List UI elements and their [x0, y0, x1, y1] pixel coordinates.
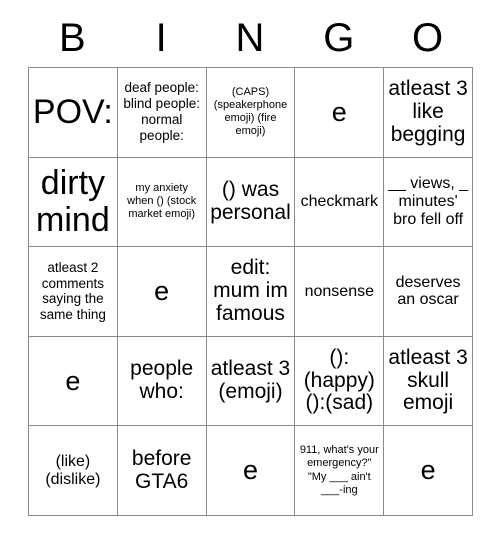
bingo-cell[interactable]: 911, what's your emergency?" "My ___ ain… — [294, 425, 385, 516]
bingo-cell[interactable]: deserves an oscar — [383, 246, 473, 337]
bingo-row: (like) (dislike) before GTA6 e 911, what… — [28, 425, 473, 516]
bingo-cell-text: atleast 3 skull emoji — [388, 346, 468, 415]
bingo-cell-text: e — [420, 455, 436, 486]
bingo-cell[interactable]: checkmark — [294, 157, 385, 248]
bingo-cell[interactable]: atleast 3 skull emoji — [383, 336, 473, 427]
bingo-cell[interactable]: e — [28, 336, 118, 427]
bingo-cell-text: e — [65, 365, 81, 396]
bingo-cell[interactable]: edit: mum im famous — [206, 246, 296, 337]
bingo-cell[interactable]: __ views, _ minutes' bro fell off — [383, 157, 473, 248]
bingo-cell[interactable]: atleast 2 comments saying the same thing — [28, 246, 118, 337]
bingo-header-letter-b: B — [59, 15, 86, 60]
bingo-cell-text: (CAPS) (speakerphone emoji) (fire emoji) — [213, 85, 288, 138]
bingo-cell-text: __ views, _ minutes' bro fell off — [388, 175, 469, 228]
bingo-cell-text: e — [242, 455, 258, 486]
bingo-cell-text: atleast 3 (emoji) — [210, 357, 291, 404]
bingo-cell[interactable]: (CAPS) (speakerphone emoji) (fire emoji) — [206, 67, 296, 158]
bingo-cell[interactable]: my anxiety when () (stock market emoji) — [117, 157, 207, 248]
bingo-cell[interactable]: () was personal — [206, 157, 296, 248]
bingo-cell[interactable]: atleast 3 (emoji) — [206, 336, 296, 427]
bingo-cell[interactable]: deaf people: blind people: normal people… — [117, 67, 207, 158]
bingo-cell[interactable]: dirty mind — [28, 157, 118, 248]
bingo-cell-text: my anxiety when () (stock market emoji) — [127, 182, 197, 221]
bingo-cell-text: dirty mind — [36, 163, 110, 239]
bingo-grid: POV: deaf people: blind people: normal p… — [28, 67, 473, 516]
bingo-cell-text: deaf people: blind people: normal people… — [123, 80, 200, 144]
bingo-cell-text: e — [331, 96, 347, 127]
bingo-row: dirty mind my anxiety when () (stock mar… — [28, 157, 473, 248]
bingo-cell-text: checkmark — [300, 192, 378, 210]
bingo-cell[interactable]: e — [206, 425, 296, 516]
bingo-row: e people who: atleast 3 (emoji) (): (hap… — [28, 336, 473, 427]
bingo-header-letter-g: G — [323, 15, 355, 60]
bingo-cell[interactable]: POV: — [28, 67, 118, 158]
bingo-header-letter-n: N — [235, 15, 265, 60]
bingo-cell[interactable]: people who: — [117, 336, 207, 427]
bingo-cell-text: () was personal — [210, 178, 291, 224]
bingo-cell-text: atleast 3 like begging — [388, 77, 468, 146]
bingo-cell-text: (like) (dislike) — [45, 452, 101, 488]
bingo-row: POV: deaf people: blind people: normal p… — [28, 67, 473, 158]
bingo-cell[interactable]: e — [294, 67, 385, 158]
bingo-cell-text: people who: — [130, 357, 194, 404]
bingo-cell[interactable]: e — [117, 246, 207, 337]
bingo-cell[interactable]: before GTA6 — [117, 425, 207, 516]
bingo-cell[interactable]: e — [383, 425, 473, 516]
bingo-row: atleast 2 comments saying the same thing… — [28, 246, 473, 337]
bingo-cell-text: before GTA6 — [131, 447, 192, 493]
bingo-cell-text: (): (happy) ():(sad) — [303, 346, 375, 415]
bingo-cell-text: nonsense — [304, 282, 374, 300]
bingo-cell-text: edit: mum im famous — [213, 256, 288, 325]
bingo-cell[interactable]: (like) (dislike) — [28, 425, 118, 516]
bingo-cell[interactable]: nonsense — [294, 246, 385, 337]
bingo-cell-text: deserves an oscar — [395, 273, 461, 309]
bingo-cell-text: atleast 2 comments saying the same thing — [39, 259, 106, 323]
bingo-cell[interactable]: (): (happy) ():(sad) — [294, 336, 385, 427]
bingo-cell-text: e — [154, 275, 170, 306]
bingo-cell-text: 911, what's your emergency?" "My ___ ain… — [299, 444, 379, 496]
bingo-header-letter-i: I — [155, 15, 167, 60]
bingo-cell-text: POV: — [32, 92, 113, 131]
bingo-header-letter-o: O — [412, 15, 444, 60]
bingo-header-row: B I N G O — [28, 8, 472, 67]
bingo-cell[interactable]: atleast 3 like begging — [383, 67, 473, 158]
bingo-card: B I N G O POV: deaf people: blind people… — [28, 8, 473, 516]
